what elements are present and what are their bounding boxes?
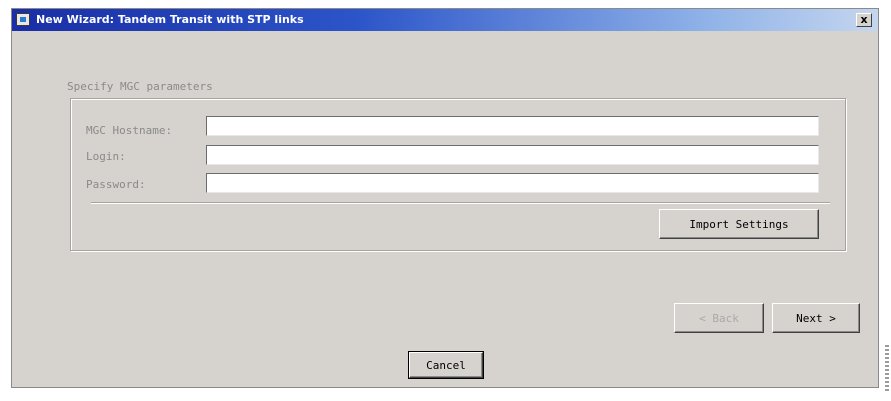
edge-marks xyxy=(885,345,889,393)
group-divider xyxy=(91,202,830,204)
next-button[interactable]: Next > xyxy=(772,303,860,333)
window-title: New Wizard: Tandem Transit with STP link… xyxy=(36,13,304,26)
close-button[interactable]: x xyxy=(856,13,872,27)
mgc-hostname-input[interactable] xyxy=(206,116,819,136)
cancel-button[interactable]: Cancel xyxy=(408,351,484,379)
password-input[interactable] xyxy=(206,173,819,193)
title-bar[interactable]: New Wizard: Tandem Transit with STP link… xyxy=(12,9,878,31)
wizard-window: New Wizard: Tandem Transit with STP link… xyxy=(11,8,879,388)
mgc-hostname-label: MGC Hostname: xyxy=(86,124,173,137)
password-label: Password: xyxy=(86,178,146,191)
login-input[interactable] xyxy=(206,145,819,165)
import-settings-button[interactable]: Import Settings xyxy=(659,209,819,239)
login-label: Login: xyxy=(86,150,126,163)
back-button[interactable]: < Back xyxy=(674,303,764,333)
section-label: Specify MGC parameters xyxy=(67,80,213,93)
app-icon xyxy=(16,13,30,26)
